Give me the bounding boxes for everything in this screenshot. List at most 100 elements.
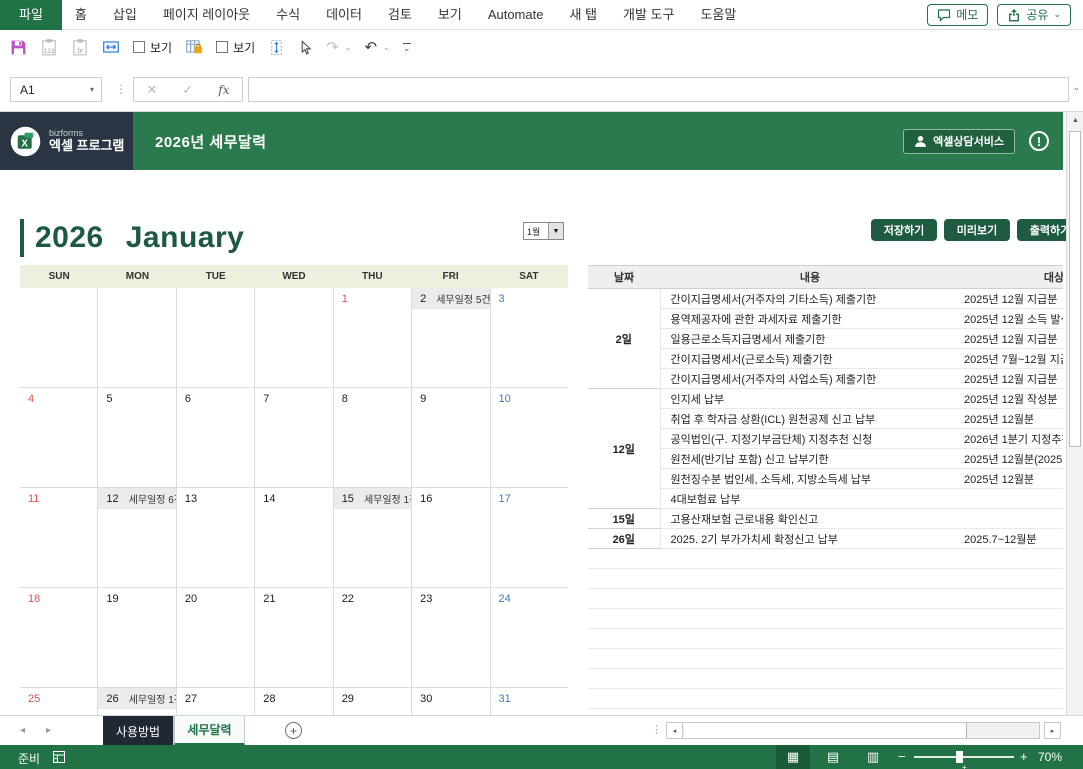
- calendar-day-cell[interactable]: 7: [255, 388, 333, 487]
- schedule-content-cell[interactable]: 간이지급명세서(거주자의 기타소득) 제출기한: [660, 289, 960, 309]
- schedule-target-cell[interactable]: [960, 509, 1063, 529]
- cancel-entry-button[interactable]: ✕: [146, 82, 157, 98]
- calendar-day-cell[interactable]: 9: [412, 388, 490, 487]
- redo-button[interactable]: ↷ ⌄: [326, 38, 351, 56]
- macro-record-icon[interactable]: [52, 750, 66, 767]
- sheet-tab-tax-calendar[interactable]: 세무달력: [174, 716, 245, 746]
- calendar-day-cell[interactable]: 10: [491, 388, 568, 487]
- month-select[interactable]: 1월 ▼: [523, 222, 564, 240]
- schedule-target-cell[interactable]: 2025년 12월분: [960, 409, 1063, 429]
- action-button-1[interactable]: 미리보기: [944, 219, 1010, 241]
- schedule-target-cell[interactable]: [960, 569, 1063, 589]
- schedule-date-cell[interactable]: [588, 589, 660, 609]
- schedule-target-cell[interactable]: 2025년 12월 지급분: [960, 289, 1063, 309]
- calendar-day-cell[interactable]: 26세무일정 1건: [98, 688, 176, 715]
- schedule-content-cell[interactable]: 일용근로소득지급명세서 제출기한: [660, 329, 960, 349]
- schedule-content-cell[interactable]: [660, 689, 960, 709]
- save-button[interactable]: [10, 39, 27, 56]
- calendar-day-cell[interactable]: [20, 288, 98, 387]
- zoom-slider[interactable]: +: [914, 756, 1014, 758]
- schedule-target-cell[interactable]: 2025년 12월 소득 발생분: [960, 309, 1063, 329]
- schedule-target-cell[interactable]: 2025년 12월 지급분: [960, 329, 1063, 349]
- schedule-date-cell[interactable]: [588, 689, 660, 709]
- schedule-target-cell[interactable]: [960, 669, 1063, 689]
- schedule-content-cell[interactable]: [660, 589, 960, 609]
- menu-tab-3[interactable]: 페이지 레이아웃: [150, 0, 263, 30]
- schedule-date-cell[interactable]: 15일: [588, 509, 660, 529]
- zoom-in-icon[interactable]: +: [1020, 749, 1028, 764]
- scroll-left-icon[interactable]: ◂: [667, 723, 683, 738]
- schedule-content-cell[interactable]: [660, 669, 960, 689]
- paste-values-button[interactable]: 123: [40, 38, 58, 56]
- schedule-date-cell[interactable]: [588, 609, 660, 629]
- schedule-date-cell[interactable]: [588, 629, 660, 649]
- schedule-content-cell[interactable]: [660, 629, 960, 649]
- name-box-dropdown-icon[interactable]: ▾: [83, 85, 101, 94]
- menu-tab-10[interactable]: 개발 도구: [610, 0, 687, 30]
- calendar-day-cell[interactable]: 22: [334, 588, 412, 687]
- schedule-target-cell[interactable]: 2025년 7월~12월 지급분: [960, 349, 1063, 369]
- zoom-level[interactable]: 70%: [1038, 750, 1062, 764]
- undo-dropdown-icon[interactable]: ⌄: [383, 43, 390, 52]
- calendar-day-cell[interactable]: 11: [20, 488, 98, 587]
- calendar-day-cell[interactable]: 16: [412, 488, 490, 587]
- confirm-entry-button[interactable]: ✓: [182, 82, 193, 98]
- share-button[interactable]: 공유 ⌄: [997, 4, 1071, 26]
- calendar-day-cell[interactable]: 12세무일정 6건: [98, 488, 176, 587]
- schedule-content-cell[interactable]: 원천세(반기납 포함) 신고 납부기한: [660, 449, 960, 469]
- scroll-right-icon[interactable]: ▸: [1044, 722, 1061, 739]
- menu-tab-2[interactable]: 삽입: [100, 0, 150, 30]
- calendar-day-cell[interactable]: 4: [20, 388, 98, 487]
- menu-tab-8[interactable]: Automate: [475, 0, 557, 30]
- calendar-day-cell[interactable]: 20: [177, 588, 255, 687]
- schedule-content-cell[interactable]: 취업 후 학자금 상환(ICL) 원천공제 신고 납부: [660, 409, 960, 429]
- schedule-content-cell[interactable]: [660, 549, 960, 569]
- calendar-day-cell[interactable]: 1: [334, 288, 412, 387]
- calendar-day-cell[interactable]: 17: [491, 488, 568, 587]
- calendar-day-cell[interactable]: 27: [177, 688, 255, 715]
- schedule-date-cell[interactable]: [588, 569, 660, 589]
- calendar-day-cell[interactable]: [98, 288, 176, 387]
- info-icon[interactable]: !: [1029, 131, 1049, 151]
- calendar-day-cell[interactable]: 6: [177, 388, 255, 487]
- schedule-date-cell[interactable]: [588, 549, 660, 569]
- customize-qat-button[interactable]: ⌄: [403, 43, 411, 51]
- calendar-day-cell[interactable]: 13: [177, 488, 255, 587]
- name-box[interactable]: A1 ▾: [10, 77, 102, 102]
- consult-service-button[interactable]: 엑셀상담서비스: [903, 129, 1015, 154]
- schedule-date-cell[interactable]: [588, 669, 660, 689]
- tab-scrollbar-splitter[interactable]: ⋮: [651, 723, 662, 736]
- schedule-target-cell[interactable]: 2025년 12월분: [960, 469, 1063, 489]
- insert-function-button[interactable]: fx: [218, 83, 229, 97]
- schedule-content-cell[interactable]: [660, 569, 960, 589]
- schedule-date-cell[interactable]: 26일: [588, 529, 660, 549]
- schedule-content-cell[interactable]: 고용산재보험 근로내용 확인신고: [660, 509, 960, 529]
- comments-button[interactable]: 메모: [927, 4, 988, 26]
- menu-tab-9[interactable]: 새 탭: [556, 0, 610, 30]
- zoom-out-icon[interactable]: −: [898, 749, 906, 764]
- calendar-day-cell[interactable]: 14: [255, 488, 333, 587]
- schedule-date-cell[interactable]: [588, 649, 660, 669]
- action-button-2[interactable]: 출력하기: [1017, 219, 1066, 241]
- calendar-day-cell[interactable]: 15세무일정 1건: [334, 488, 412, 587]
- schedule-content-cell[interactable]: [660, 649, 960, 669]
- menu-tab-7[interactable]: 보기: [425, 0, 475, 30]
- schedule-content-cell[interactable]: [660, 609, 960, 629]
- undo-button[interactable]: ↶ ⌄: [364, 38, 389, 56]
- schedule-content-cell[interactable]: 인지세 납부: [660, 389, 960, 409]
- redo-dropdown-icon[interactable]: ⌄: [345, 43, 352, 52]
- schedule-content-cell[interactable]: 2025. 2기 부가가치세 확정신고 납부: [660, 529, 960, 549]
- calendar-day-cell[interactable]: 29: [334, 688, 412, 715]
- calendar-day-cell[interactable]: [177, 288, 255, 387]
- view-toggle-1[interactable]: 보기: [133, 39, 172, 56]
- sheet-nav-next-icon[interactable]: ▸: [46, 725, 51, 736]
- horizontal-scrollbar-thumb[interactable]: [684, 723, 967, 738]
- calendar-day-cell[interactable]: 3: [491, 288, 568, 387]
- schedule-target-cell[interactable]: 2026년 1분기 지정추천 신청분: [960, 429, 1063, 449]
- view-checkbox-2-icon[interactable]: [216, 41, 228, 53]
- calendar-day-cell[interactable]: 8: [334, 388, 412, 487]
- schedule-target-cell[interactable]: 2025년 12월 작성분: [960, 389, 1063, 409]
- horizontal-scrollbar[interactable]: ◂: [666, 722, 1040, 739]
- month-select-value[interactable]: 1월: [524, 223, 548, 239]
- schedule-content-cell[interactable]: 간이지급명세서(근로소득) 제출기한: [660, 349, 960, 369]
